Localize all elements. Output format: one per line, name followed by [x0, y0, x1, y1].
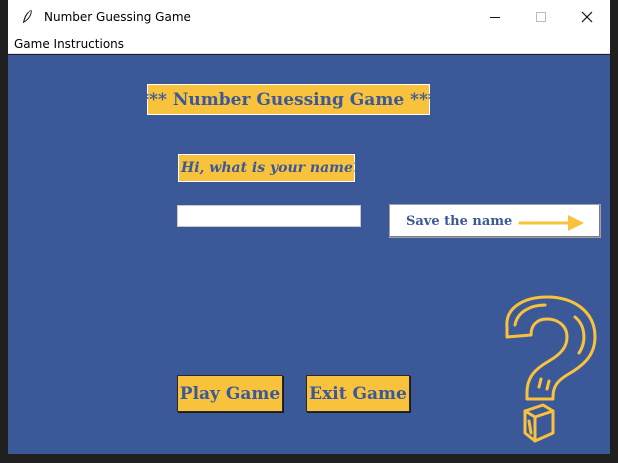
game-canvas: *** Number Guessing Game *** Hi, what is…: [8, 55, 610, 454]
arrow-right-icon: [518, 215, 584, 231]
play-game-button[interactable]: Play Game: [177, 375, 283, 412]
name-input[interactable]: [177, 205, 361, 227]
window-border-left: [0, 0, 8, 463]
window-title: Number Guessing Game: [44, 10, 191, 24]
page-title: *** Number Guessing Game ***: [140, 84, 437, 115]
title-bar[interactable]: Number Guessing Game: [8, 0, 610, 34]
maximize-icon: [536, 12, 546, 22]
minimize-button[interactable]: [472, 0, 518, 34]
maximize-button[interactable]: [518, 0, 564, 34]
minimize-icon: [490, 17, 500, 18]
close-button[interactable]: [564, 0, 610, 34]
window-border-bottom: [0, 455, 618, 463]
exit-game-button[interactable]: Exit Game: [306, 375, 410, 412]
menu-bar: Game Instructions: [8, 34, 610, 54]
question-mark-icon: [505, 295, 597, 443]
save-name-label: Save the name: [406, 213, 513, 229]
save-name-button[interactable]: Save the name: [389, 204, 601, 238]
feather-icon: [16, 9, 38, 25]
name-prompt-label: Hi, what is your name?: [178, 154, 361, 182]
window-controls: [472, 0, 610, 34]
close-icon: [581, 11, 593, 23]
menu-item-game-instructions[interactable]: Game Instructions: [14, 37, 124, 51]
window-border-right: [610, 0, 618, 463]
